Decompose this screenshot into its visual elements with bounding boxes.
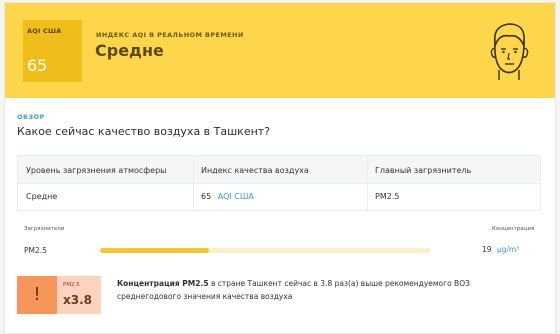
cell-aqi-unit-link[interactable]: AQI США: [218, 192, 254, 201]
pollutant-unit: µg/m³: [496, 245, 520, 254]
warning-text-bold: Концентрация PM2.5: [117, 279, 209, 288]
concentration-bar: [100, 248, 430, 253]
air-quality-table: Уровень загрязнения атмосферы Индекс кач…: [17, 155, 541, 211]
column-divider: [367, 156, 368, 210]
exclamation-icon: !: [17, 276, 57, 314]
neutral-face-icon: [490, 23, 529, 80]
overview-label: ОБЗОР: [17, 113, 45, 121]
realtime-label: ИНДЕКС AQI В РЕАЛЬНОМ ВРЕМЕНИ: [96, 31, 244, 39]
who-warning-badge: ! PM2.5 x3.8: [17, 276, 101, 314]
pollutants-header: Загрязнители: [24, 226, 65, 232]
pollutant-value: 19: [482, 245, 492, 254]
pollutant-name: PM2.5: [24, 246, 47, 255]
cell-pollutant: PM2.5: [375, 192, 400, 201]
who-warning-text: Концентрация PM2.5 в стране Ташкент сейч…: [117, 277, 477, 303]
column-header-level: Уровень загрязнения атмосферы: [26, 166, 167, 175]
warning-pollutant: PM2.5: [63, 282, 80, 288]
pollutant-concentration: 19 µg/m³: [482, 245, 519, 254]
column-divider: [193, 156, 194, 210]
aqi-badge-label: AQI США: [27, 27, 62, 35]
air-quality-card: AQI США 65 ИНДЕКС AQI В РЕАЛЬНОМ ВРЕМЕНИ…: [4, 2, 556, 334]
overview-question: Какое сейчас качество воздуха в Ташкент?: [17, 125, 271, 138]
aqi-header: AQI США 65 ИНДЕКС AQI В РЕАЛЬНОМ ВРЕМЕНИ…: [5, 3, 555, 98]
column-header-pollutant: Главный загрязнитель: [375, 166, 472, 175]
aqi-badge-value: 65: [27, 56, 48, 75]
column-header-aqi: Индекс качества воздуха: [201, 166, 309, 175]
concentration-header: Концентрация: [492, 226, 535, 232]
warning-multiplier: x3.8: [63, 293, 92, 307]
concentration-bar-fill: [100, 248, 209, 253]
cell-level: Средне: [26, 192, 58, 201]
aqi-status: Средне: [95, 41, 164, 60]
cell-aqi-value: 65: [201, 192, 212, 201]
cell-aqi: 65 AQI США: [201, 192, 254, 201]
aqi-badge: AQI США 65: [23, 20, 82, 82]
